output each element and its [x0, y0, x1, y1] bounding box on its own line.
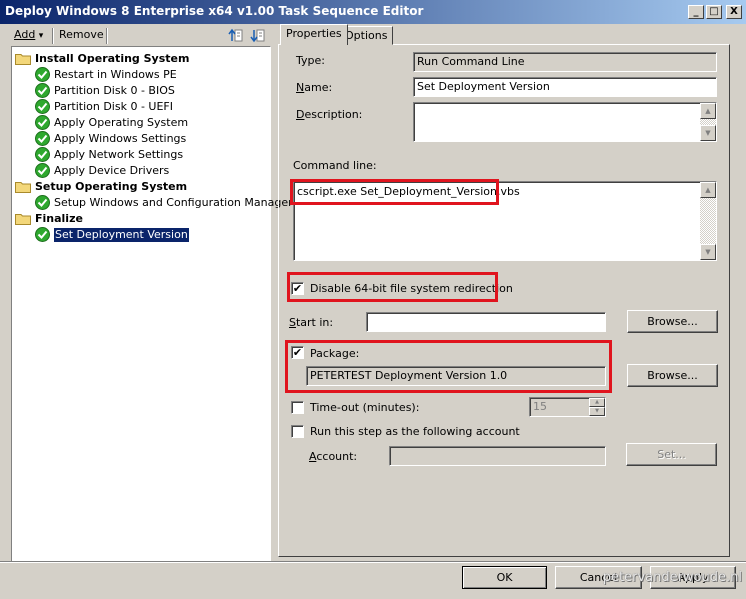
timeout-checkbox[interactable]: [291, 401, 304, 414]
redirection-highlight: [287, 272, 498, 302]
tree-item-label: Partition Disk 0 - BIOS: [54, 84, 175, 97]
description-scrollbar[interactable]: ▲ ▼: [700, 103, 716, 141]
account-field: [389, 446, 606, 466]
description-label: Description:: [296, 108, 363, 121]
watermark: petervanderwoude.nl: [602, 570, 742, 585]
bottom-divider: [0, 561, 746, 563]
tree-item-label: Apply Network Settings: [54, 148, 184, 161]
add-label: Add: [14, 28, 36, 41]
command-line-scrollbar[interactable]: ▲ ▼: [700, 182, 716, 260]
remove-button[interactable]: Remove: [59, 28, 104, 44]
tree-item-label: Set Deployment Version: [54, 228, 189, 242]
start-in-label: Start in:: [289, 316, 334, 329]
tree-group-label: Setup Operating System: [35, 180, 188, 193]
tab-properties[interactable]: Properties: [280, 24, 348, 45]
check-icon: [35, 83, 50, 98]
start-in-field[interactable]: [366, 312, 606, 332]
chevron-down-icon: ▾: [38, 31, 44, 41]
spinner-down-icon[interactable]: ▼: [589, 407, 605, 416]
browse-start-in-button[interactable]: Browse...: [627, 310, 718, 333]
command-line-label: Command line:: [293, 159, 377, 172]
toolbar-divider: [106, 28, 108, 44]
window-title: Deploy Windows 8 Enterprise x64 v1.00 Ta…: [5, 4, 424, 18]
tree-group-label: Finalize: [35, 212, 83, 225]
spinner-up-icon[interactable]: ▲: [589, 398, 605, 407]
tree-group-label: Install Operating System: [35, 52, 190, 65]
scroll-down-icon[interactable]: ▼: [700, 244, 716, 260]
folder-icon: [15, 214, 31, 225]
timeout-value: 15: [533, 400, 547, 413]
set-account-button[interactable]: Set...: [626, 443, 717, 466]
check-icon: [35, 99, 50, 114]
type-label: Type:: [296, 54, 325, 67]
name-field[interactable]: Set Deployment Version: [413, 77, 717, 97]
check-icon: [35, 67, 50, 82]
run-as-checkbox[interactable]: [291, 425, 304, 438]
tree-item-label: Apply Device Drivers: [54, 164, 170, 177]
package-highlight: [285, 340, 612, 393]
tree-item-label: Partition Disk 0 - UEFI: [54, 100, 173, 113]
check-icon: [35, 115, 50, 130]
run-as-label: Run this step as the following account: [310, 425, 520, 438]
scroll-down-icon[interactable]: ▼: [700, 125, 716, 141]
name-label: Name:: [296, 81, 333, 94]
tree-item-label: Restart in Windows PE: [54, 68, 177, 81]
description-field[interactable]: ▲ ▼: [413, 102, 717, 142]
check-icon: [35, 227, 50, 242]
task-sequence-tree[interactable]: Install Operating System Restart in Wind…: [11, 46, 293, 562]
move-down-icon[interactable]: [250, 28, 266, 44]
type-field: Run Command Line: [413, 52, 717, 72]
tree-toolbar: Add ▾ Remove: [6, 26, 272, 46]
scroll-up-icon[interactable]: ▲: [700, 182, 716, 198]
check-icon: [35, 163, 50, 178]
tree-item-label: Apply Operating System: [54, 116, 189, 129]
timeout-label: Time-out (minutes):: [310, 401, 420, 414]
maximize-button[interactable]: □: [706, 5, 722, 19]
add-menu-button[interactable]: Add ▾: [14, 28, 43, 44]
command-line-highlight: [290, 179, 499, 205]
ok-button[interactable]: OK: [462, 566, 547, 589]
move-up-icon[interactable]: [228, 28, 244, 44]
toolbar-divider: [52, 28, 54, 44]
check-icon: [35, 131, 50, 146]
scroll-up-icon[interactable]: ▲: [700, 103, 716, 119]
timeout-spinner[interactable]: 15 ▲ ▼: [529, 397, 606, 417]
tree-item-label: Setup Windows and Configuration Manager: [54, 196, 293, 209]
folder-icon: [15, 54, 31, 65]
title-bar[interactable]: Deploy Windows 8 Enterprise x64 v1.00 Ta…: [0, 0, 746, 24]
browse-package-button[interactable]: Browse...: [627, 364, 718, 387]
check-icon: [35, 147, 50, 162]
folder-icon: [15, 182, 31, 193]
tree-item-label: Apply Windows Settings: [54, 132, 187, 145]
check-icon: [35, 195, 50, 210]
close-button[interactable]: X: [726, 5, 742, 19]
minimize-button[interactable]: _: [688, 5, 704, 19]
account-label: Account:: [309, 450, 358, 463]
